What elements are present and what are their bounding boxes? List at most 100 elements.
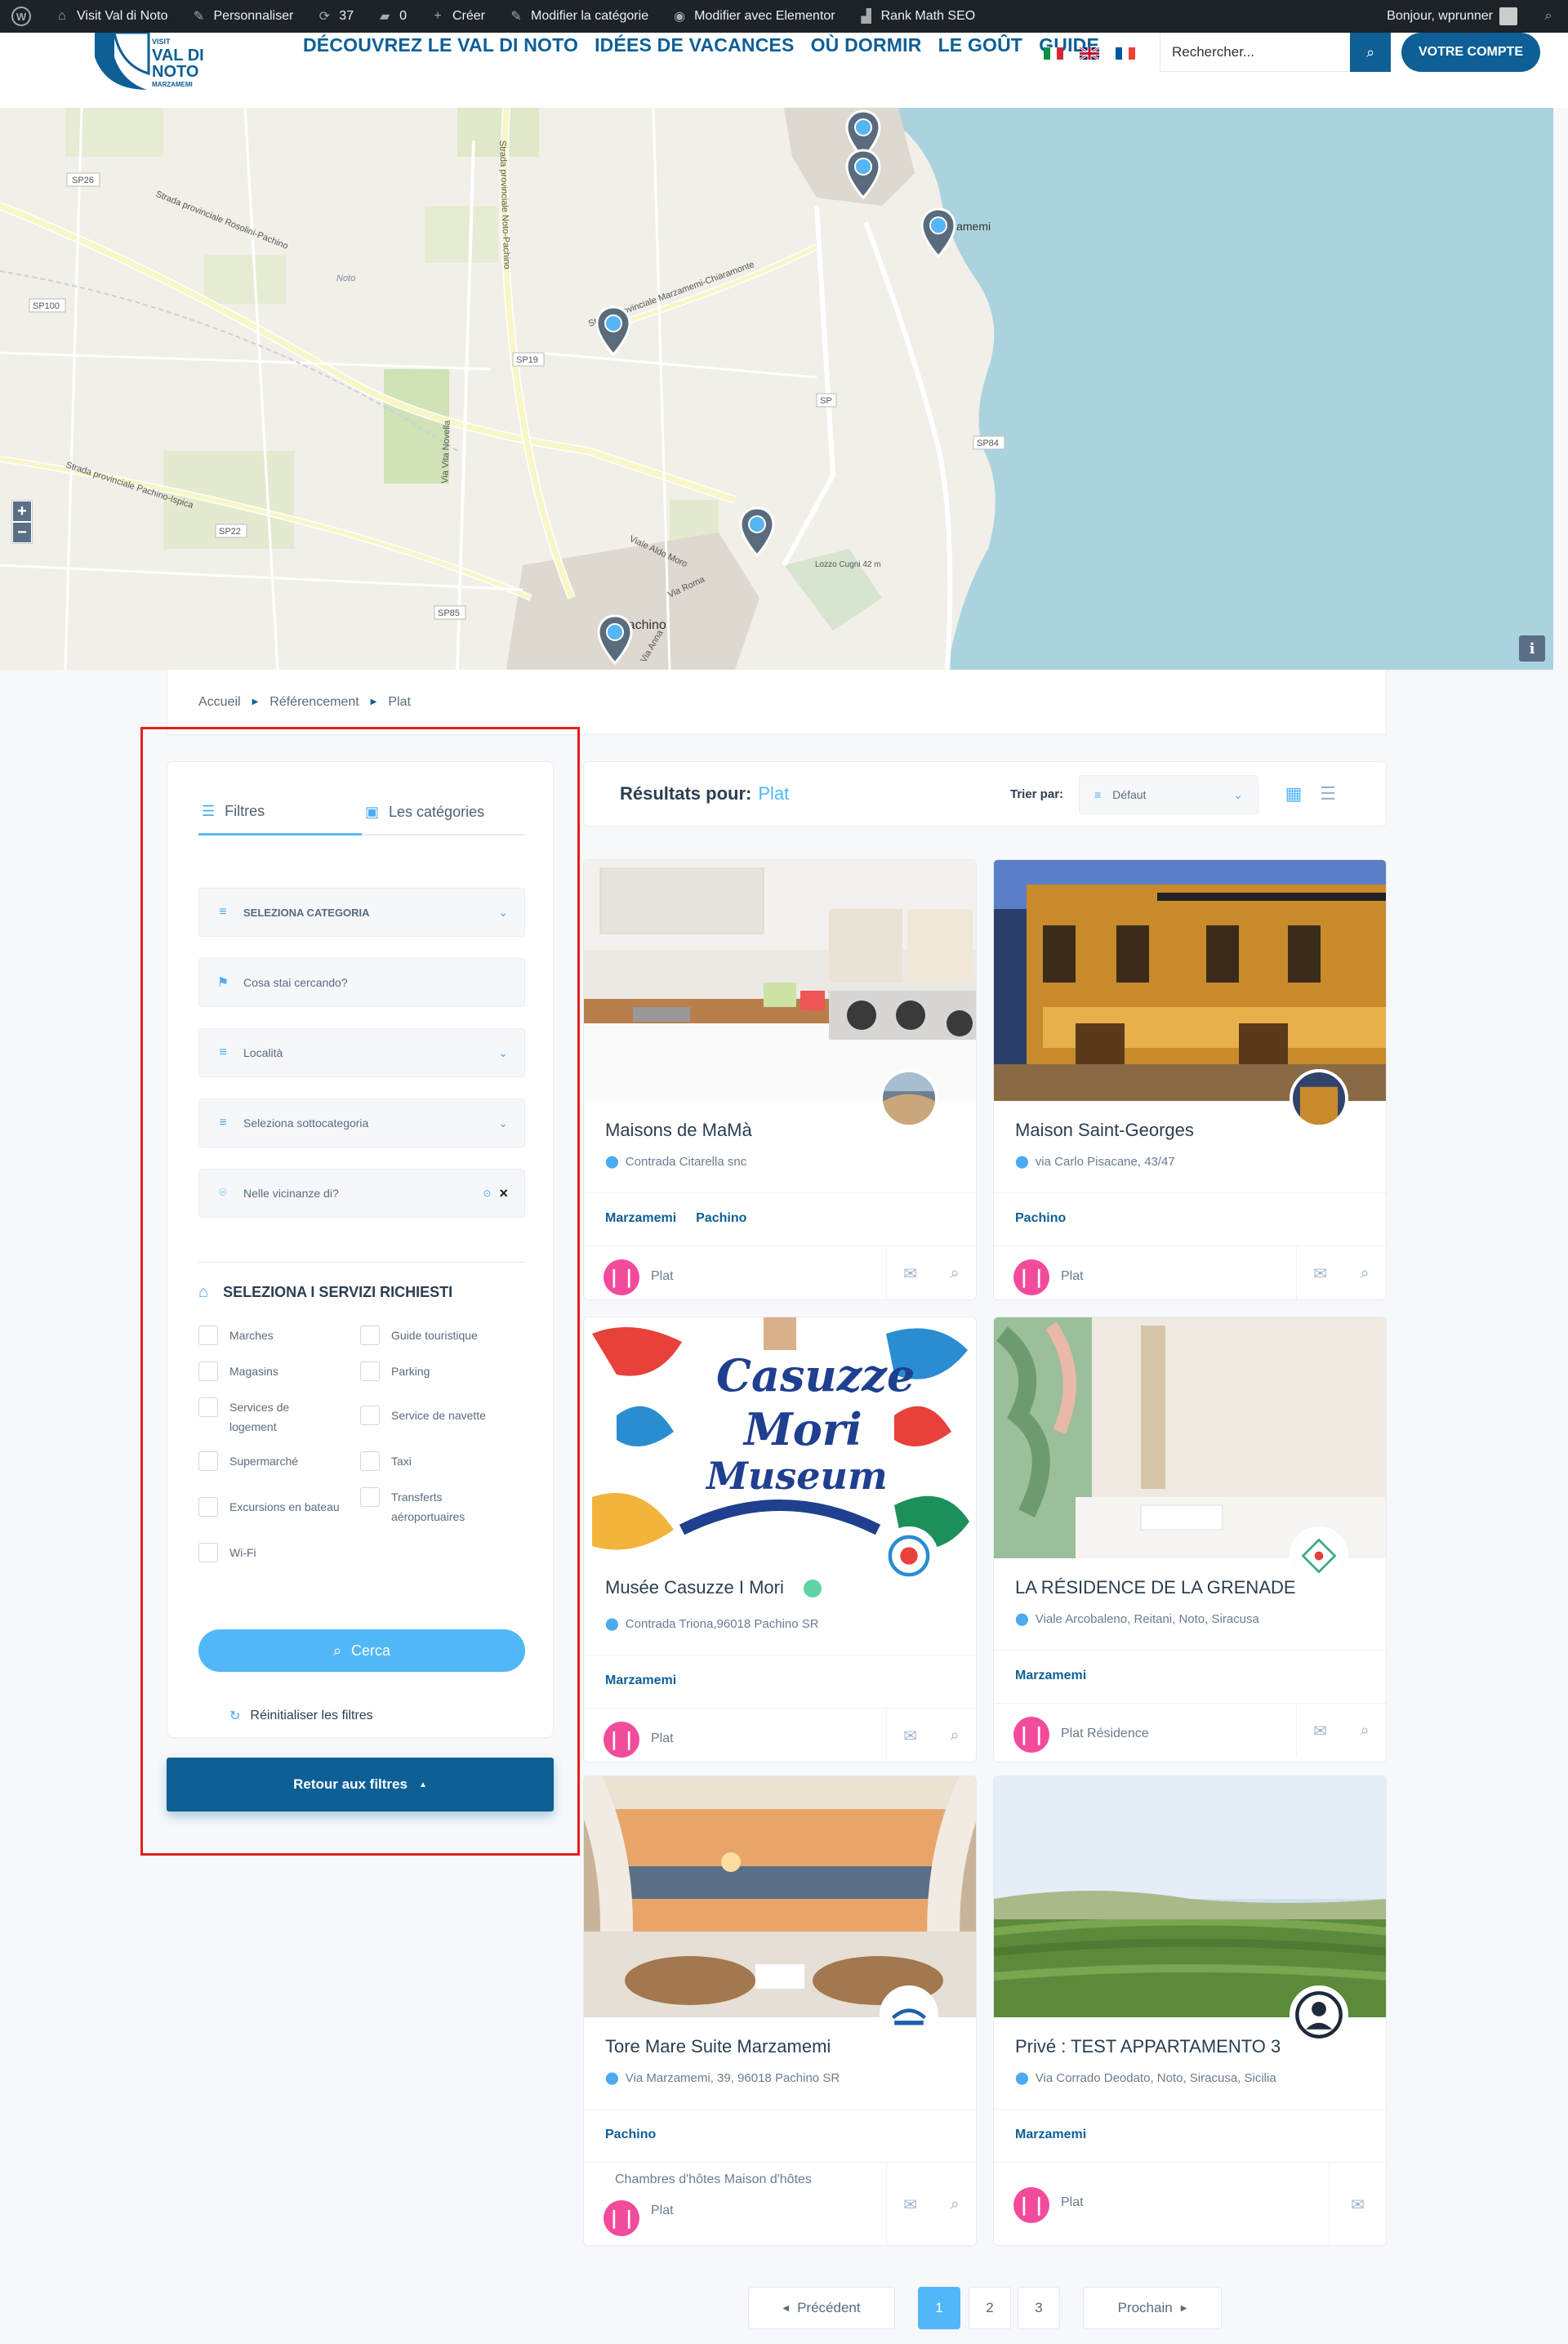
listing-category[interactable]: Plat <box>651 1731 674 1746</box>
map-marker[interactable] <box>920 207 957 258</box>
listing-card[interactable]: Privé : TEST APPARTAMENTO 3 ⬤ Via Corrado… <box>993 1776 1387 2246</box>
listing-owner-avatar[interactable] <box>1290 1069 1348 1128</box>
listing-title[interactable]: Privé : TEST APPARTAMENTO 3 <box>1015 2036 1281 2057</box>
listing-footer: ❘❘ Plat ✉ ⌕ <box>994 1246 1386 1299</box>
listing-title[interactable]: Tore Mare Suite Marzamemi <box>605 2036 831 2057</box>
account-button[interactable]: VOTRE COMPTE <box>1401 33 1540 72</box>
map-marker[interactable] <box>738 506 776 557</box>
listing-owner-avatar[interactable] <box>1290 1526 1348 1585</box>
listing-category[interactable]: Plat <box>651 1269 674 1284</box>
location-link[interactable]: Pachino <box>605 2128 656 2142</box>
list-view-icon[interactable]: ☰ <box>1317 783 1339 804</box>
map-zoom-in-button[interactable]: + <box>13 501 31 521</box>
mail-icon[interactable]: ✉ <box>903 2195 917 2215</box>
admin-bar: W ⌂ Visit Val di Noto ✎ Personnaliser ⟳ 37 … <box>0 0 1568 33</box>
listing-category[interactable]: Plat Résidence <box>1061 1727 1149 1741</box>
nav-vacation-ideas[interactable]: IDÉES DE VACANCES <box>595 34 795 56</box>
listing-footer: ❘❘ Plat ✉ ⌕ <box>584 1246 976 1299</box>
listing-owner-avatar[interactable] <box>880 1985 938 2044</box>
admin-customize-link[interactable]: ✎ Personnaliser <box>179 0 305 33</box>
listing-title[interactable]: Maisons de MaMà <box>605 1120 752 1141</box>
listing-title[interactable]: Musée Casuzze I Mori <box>605 1577 822 1598</box>
mail-icon[interactable]: ✉ <box>1313 1721 1327 1741</box>
admin-comments-link[interactable]: ▰ 0 <box>365 0 418 33</box>
location-link[interactable]: Pachino <box>696 1211 746 1226</box>
wordpress-menu[interactable]: W <box>0 0 42 33</box>
restaurant-icon: ❘❘ <box>1013 1717 1049 1753</box>
listing-owner-avatar[interactable] <box>880 1526 938 1585</box>
admin-account-menu[interactable]: Bonjour, wprunner <box>1375 0 1529 33</box>
listing-owner-avatar[interactable] <box>1290 1985 1348 2044</box>
listing-card[interactable]: Maisons de MaMà ⬤ Contrada Citarella snc … <box>583 859 977 1300</box>
map-marker[interactable] <box>596 614 634 665</box>
admin-rankmath-link[interactable]: ▟ Rank Math SEO <box>847 0 987 33</box>
listing-photo[interactable] <box>994 1317 1387 1558</box>
listing-title[interactable]: LA RÉSIDENCE DE LA GRENADE <box>1015 1577 1296 1598</box>
nav-where-to-sleep[interactable]: OÙ DORMIR <box>811 34 922 56</box>
listing-extra-categories[interactable]: Chambres d'hôtes Maison d'hôtes <box>615 2172 812 2187</box>
listing-owner-avatar[interactable] <box>880 1069 938 1128</box>
admin-edit-category-link[interactable]: ✎ Modifier la catégorie <box>497 0 660 33</box>
listing-photo[interactable] <box>584 1776 977 2017</box>
admin-site-link[interactable]: ⌂ Visit Val di Noto <box>42 0 179 33</box>
location-link[interactable]: Marzamemi <box>1015 1669 1086 1683</box>
pagination-prev[interactable]: ◀ Précédent <box>748 2287 895 2329</box>
listing-photo[interactable] <box>994 860 1387 1101</box>
mail-icon[interactable]: ✉ <box>1313 1263 1327 1284</box>
breadcrumb-listing[interactable]: Référencement <box>270 695 359 710</box>
admin-updates-link[interactable]: ⟳ 37 <box>305 0 365 33</box>
map-marker[interactable] <box>595 305 632 356</box>
pagination-next[interactable]: Prochain ▶ <box>1083 2287 1222 2329</box>
listing-actions: ✉ ⌕ <box>1296 1704 1386 1758</box>
location-link[interactable]: Pachino <box>1015 1211 1066 1226</box>
wordpress-logo-icon: W <box>11 7 31 26</box>
listing-card[interactable]: LA RÉSIDENCE DE LA GRENADE ⬤ Viale Arcoba… <box>993 1317 1387 1762</box>
results-category: Plat <box>758 783 790 804</box>
flag-french-icon[interactable] <box>1116 47 1135 60</box>
zoom-icon[interactable]: ⌕ <box>1361 1722 1370 1740</box>
listing-category[interactable]: Plat <box>651 2204 674 2218</box>
sort-select[interactable]: ≡ Défaut ⌄ <box>1079 775 1258 814</box>
zoom-icon[interactable]: ⌕ <box>1361 1264 1370 1283</box>
mail-icon[interactable]: ✉ <box>1351 2195 1365 2215</box>
listing-photo[interactable] <box>584 860 977 1101</box>
caret-right-icon: ▶ <box>1180 2303 1187 2313</box>
breadcrumb-home[interactable]: Accueil <box>198 695 241 710</box>
card-divider <box>994 2109 1386 2110</box>
listing-photo[interactable] <box>994 1776 1387 2017</box>
listing-card[interactable]: Maison Saint-Georges ⬤ via Carlo Pisacane… <box>993 859 1387 1300</box>
admin-search-button[interactable]: ⌕ <box>1529 0 1568 33</box>
map-zoom-out-button[interactable]: − <box>13 523 31 542</box>
listings-map[interactable]: SP26 SP100 SP19 SP22 SP85 SP SP84 Noto M… <box>0 108 1553 670</box>
zoom-icon[interactable]: ⌕ <box>951 1727 960 1745</box>
flag-italian-icon[interactable] <box>1044 47 1063 60</box>
zoom-icon[interactable]: ⌕ <box>951 2195 960 2214</box>
admin-create-link[interactable]: + Créer <box>418 0 497 33</box>
admin-elementor-link[interactable]: ◉ Modifier avec Elementor <box>660 0 847 33</box>
listing-card[interactable]: Casuzze Mori Museum Musée Casuzze I Mori… <box>583 1317 977 1762</box>
pagination-page[interactable]: 1 <box>918 2287 960 2329</box>
zoom-icon[interactable]: ⌕ <box>951 1264 960 1283</box>
mail-icon[interactable]: ✉ <box>903 1263 917 1284</box>
listing-category[interactable]: Plat <box>1061 2195 1084 2210</box>
pagination-page[interactable]: 3 <box>1018 2287 1060 2329</box>
header-search-input[interactable] <box>1160 33 1350 72</box>
map-info-button[interactable]: i <box>1519 635 1545 662</box>
site-logo[interactable]: VISIT VAL DI NOTO MARZAMEMI <box>90 33 212 91</box>
location-link[interactable]: Marzamemi <box>605 1211 676 1226</box>
location-link[interactable]: Marzamemi <box>605 1673 676 1688</box>
location-link[interactable]: Marzamemi <box>1015 2128 1086 2142</box>
map-marker[interactable] <box>844 149 882 199</box>
pagination-page[interactable]: 2 <box>969 2287 1011 2329</box>
mail-icon[interactable]: ✉ <box>903 1726 917 1746</box>
grid-view-icon[interactable]: ▦ <box>1283 783 1304 804</box>
header-search-button[interactable]: ⌕ <box>1350 33 1391 72</box>
listing-category[interactable]: Plat <box>1061 1269 1084 1284</box>
listing-card[interactable]: Tore Mare Suite Marzamemi ⬤ Via Marzamemi… <box>583 1776 977 2246</box>
nav-taste[interactable]: LE GOÛT <box>938 34 1023 56</box>
map-tiles[interactable]: SP26 SP100 SP19 SP22 SP85 SP SP84 Noto M… <box>0 108 1553 670</box>
flag-english-icon[interactable] <box>1080 47 1099 60</box>
listing-title[interactable]: Maison Saint-Georges <box>1015 1120 1194 1141</box>
nav-discover[interactable]: DÉCOUVREZ LE VAL DI NOTO <box>303 34 578 56</box>
listing-photo[interactable]: Casuzze Mori Museum <box>584 1317 977 1558</box>
